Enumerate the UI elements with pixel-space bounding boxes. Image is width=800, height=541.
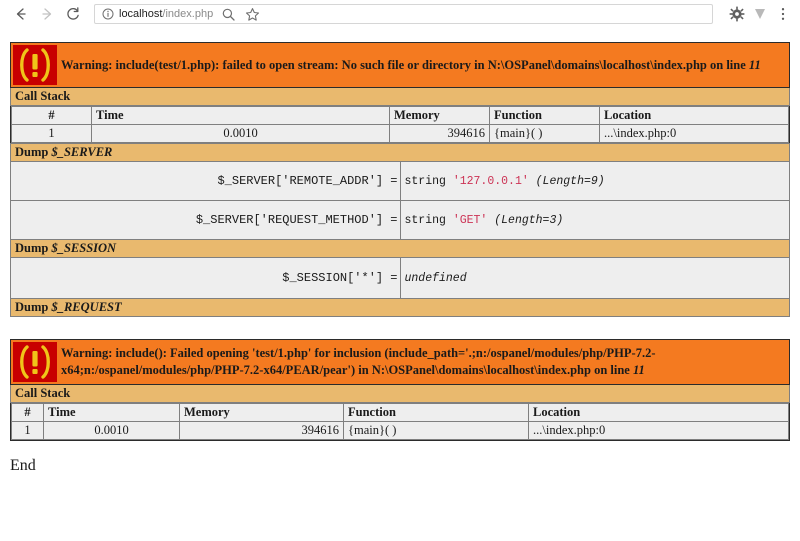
error-banner-row: Warning: include(): Failed opening 'test… — [10, 339, 790, 385]
cell-function: {main}( ) — [343, 421, 529, 440]
col-header-time: Time — [91, 106, 390, 125]
dump-row: $_SERVER['REMOTE_ADDR'] = string '127.0.… — [10, 161, 790, 201]
col-header-function: Function — [489, 106, 600, 125]
dump-key-remote-addr: $_SERVER['REMOTE_ADDR'] = — [10, 161, 401, 201]
page-info-icon[interactable] — [101, 8, 114, 21]
end-text: End — [10, 457, 36, 474]
warning-message-text: Warning: include(test/1.php): failed to … — [61, 57, 749, 72]
table-header-row: # Time Memory Function Location — [11, 403, 789, 422]
dump-title-prefix: Dump — [15, 241, 52, 255]
dump-type: string — [404, 213, 446, 227]
dump-session-title: Dump $_SESSION — [10, 239, 790, 258]
dump-type: string — [404, 174, 446, 188]
call-stack-table-row: # Time Memory Function Location 1 0.0010… — [10, 105, 790, 144]
call-stack-header-row: Call Stack — [10, 384, 790, 403]
dump-row: $_SERVER['REQUEST_METHOD'] = string 'GET… — [10, 200, 790, 240]
xdebug-error-block-1: Warning: include(test/1.php): failed to … — [10, 42, 790, 317]
call-stack-title: Call Stack — [10, 87, 790, 106]
warning-message-text: Warning: include(): Failed opening 'test… — [61, 346, 656, 377]
kebab-menu-icon[interactable] — [774, 5, 792, 23]
warning-banner: Warning: include(): Failed opening 'test… — [10, 339, 790, 385]
cell-location: ...\index.php:0 — [528, 421, 789, 440]
address-bar[interactable]: localhost/index.php — [94, 4, 713, 24]
warning-message: Warning: include(): Failed opening 'test… — [61, 345, 789, 379]
dump-key-request-method: $_SERVER['REQUEST_METHOD'] = — [10, 200, 401, 240]
xdebug-error-block-2: Warning: include(): Failed opening 'test… — [10, 339, 790, 441]
warning-line-number: 11 — [748, 57, 761, 72]
cell-time: 0.0010 — [91, 124, 390, 143]
call-stack-header-row: Call Stack — [10, 87, 790, 106]
dump-row: $_SESSION['*'] = undefined — [10, 257, 790, 299]
dump-literal: 'GET' — [452, 213, 488, 227]
col-header-location: Location — [599, 106, 789, 125]
cell-memory: 394616 — [179, 421, 344, 440]
col-header-memory: Memory — [389, 106, 490, 125]
col-header-time: Time — [43, 403, 180, 422]
dump-length: (Length=3) — [494, 213, 564, 227]
col-header-memory: Memory — [179, 403, 344, 422]
dump-key-session: $_SESSION['*'] = — [10, 257, 401, 299]
back-arrow-icon[interactable] — [8, 1, 34, 27]
col-header-location: Location — [528, 403, 789, 422]
dump-title-prefix: Dump — [15, 300, 52, 314]
url-text: localhost/index.php — [119, 8, 213, 20]
warning-banner: Warning: include(test/1.php): failed to … — [10, 42, 790, 88]
call-stack-container: # Time Memory Function Location 1 0.0010… — [10, 402, 790, 441]
cell-function: {main}( ) — [489, 124, 600, 143]
cell-num: 1 — [11, 421, 44, 440]
reload-icon[interactable] — [60, 1, 86, 27]
dump-request-title: Dump $_REQUEST — [10, 298, 790, 317]
col-header-function: Function — [343, 403, 529, 422]
v-shape-icon[interactable] — [751, 5, 769, 23]
dump-title-prefix: Dump — [15, 145, 52, 159]
call-stack-title: Call Stack — [10, 384, 790, 403]
dump-length: (Length=9) — [535, 174, 605, 188]
dump-literal: '127.0.0.1' — [452, 174, 529, 188]
call-stack-table-row: # Time Memory Function Location 1 0.0010… — [10, 402, 790, 441]
browser-toolbar: localhost/index.php — [0, 0, 800, 28]
cell-location: ...\index.php:0 — [599, 124, 789, 143]
xdebug-warning-icon — [13, 342, 57, 382]
url-host: localhost — [119, 8, 163, 20]
search-zoom-icon[interactable] — [219, 5, 237, 23]
cell-num: 1 — [11, 124, 92, 143]
dump-server-header-row: Dump $_SERVER — [10, 143, 790, 162]
xdebug-warning-icon — [13, 45, 57, 85]
forward-arrow-icon[interactable] — [34, 1, 60, 27]
table-header-row: # Time Memory Function Location — [11, 106, 789, 125]
call-stack-container: # Time Memory Function Location 1 0.0010… — [10, 105, 790, 144]
dump-value-request-method: string 'GET' (Length=3) — [399, 200, 790, 240]
cell-memory: 394616 — [389, 124, 490, 143]
dump-title-var: $_SERVER — [51, 145, 113, 159]
extension-gear-icon[interactable] — [728, 5, 746, 23]
dump-title-var: $_REQUEST — [51, 300, 122, 314]
col-header-num: # — [11, 106, 92, 125]
call-stack-table-1: # Time Memory Function Location 1 0.0010… — [11, 106, 789, 143]
cell-time: 0.0010 — [43, 421, 180, 440]
extension-toolbar — [723, 5, 792, 23]
dump-request-header-row: Dump $_REQUEST — [10, 298, 790, 317]
dump-server-title: Dump $_SERVER — [10, 143, 790, 162]
dump-title-var: $_SESSION — [51, 241, 117, 255]
table-row: 1 0.0010 394616 {main}( ) ...\index.php:… — [11, 124, 789, 143]
warning-line-number: 11 — [632, 363, 645, 377]
star-icon[interactable] — [243, 5, 261, 23]
dump-session-header-row: Dump $_SESSION — [10, 239, 790, 258]
error-banner-row: Warning: include(test/1.php): failed to … — [10, 42, 790, 88]
page-content: Warning: include(test/1.php): failed to … — [0, 42, 800, 541]
dump-value-session: undefined — [399, 257, 790, 299]
dump-value-remote-addr: string '127.0.0.1' (Length=9) — [399, 161, 790, 201]
url-path: /index.php — [162, 8, 214, 20]
dump-undefined: undefined — [404, 271, 467, 285]
table-row: 1 0.0010 394616 {main}( ) ...\index.php:… — [11, 421, 789, 440]
warning-message: Warning: include(test/1.php): failed to … — [61, 57, 765, 74]
call-stack-table-2: # Time Memory Function Location 1 0.0010… — [11, 403, 789, 440]
col-header-num: # — [11, 403, 44, 422]
